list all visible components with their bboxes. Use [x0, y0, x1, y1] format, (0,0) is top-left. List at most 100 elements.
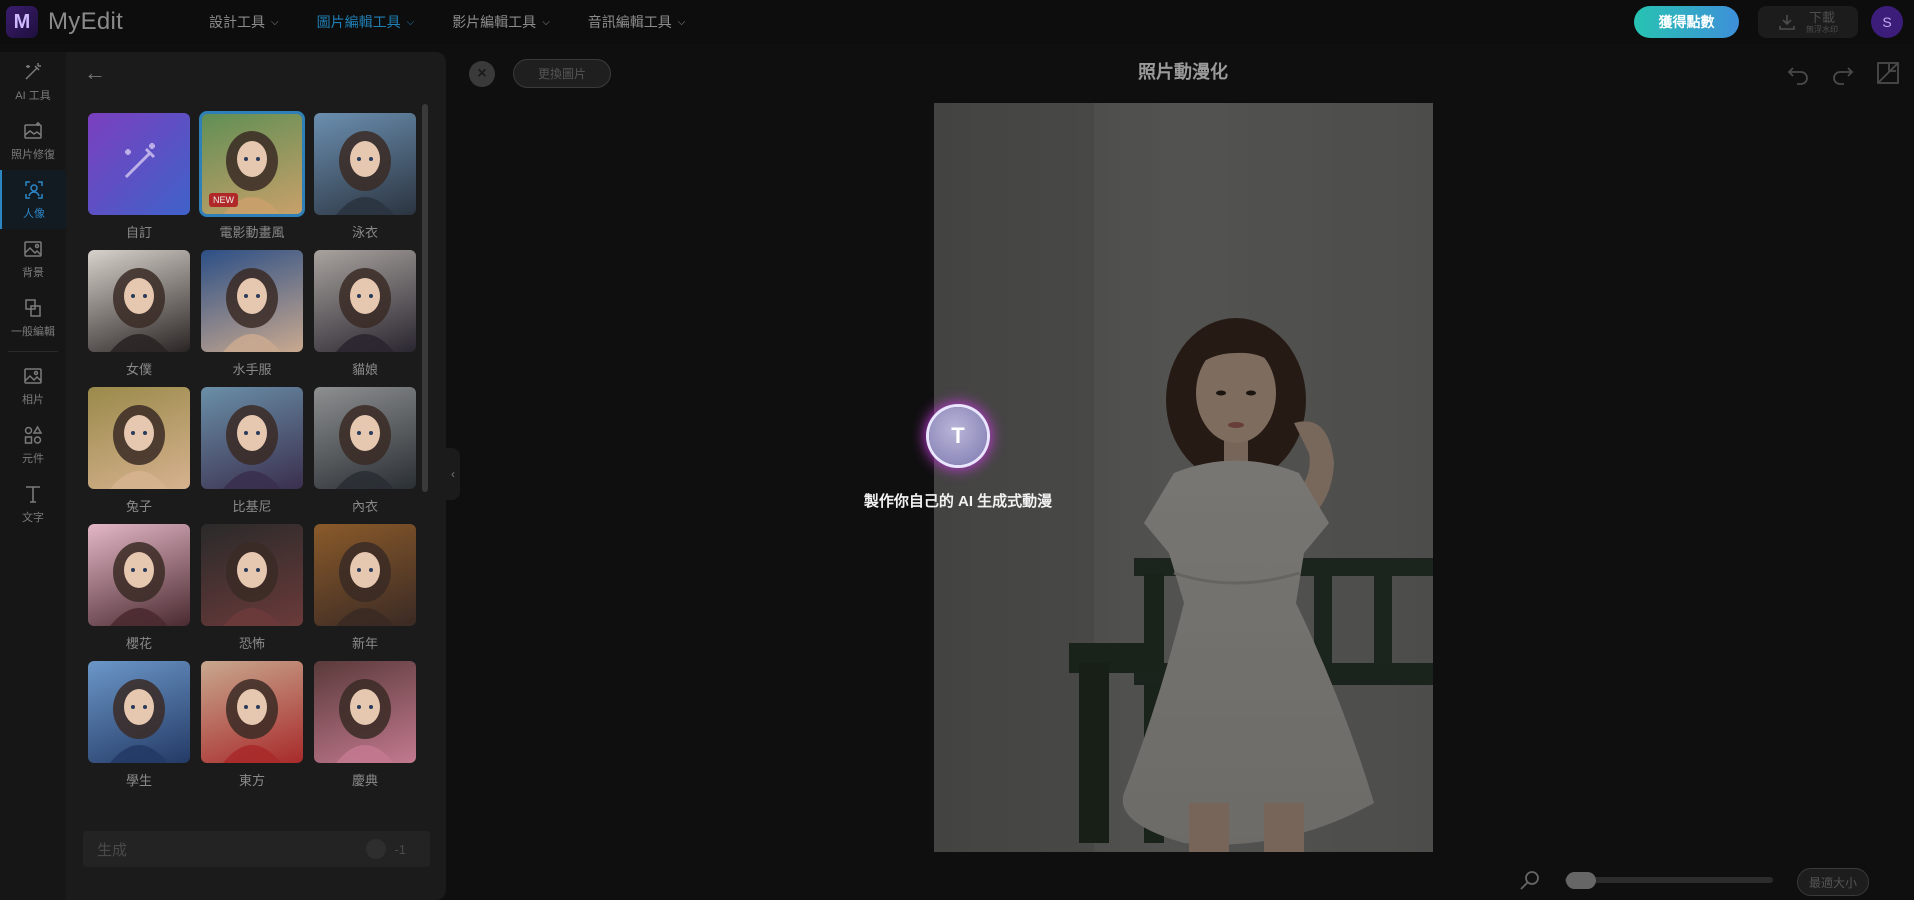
- anime-portrait-thumbnail: [336, 268, 394, 352]
- nav-label: 圖片編輯工具: [316, 14, 401, 30]
- nav-label: 影片編輯工具: [452, 14, 537, 30]
- nav-design-tools[interactable]: 設計工具 ⌵: [209, 12, 279, 32]
- anime-portrait-thumbnail: [336, 405, 394, 489]
- get-points-button[interactable]: 獲得點數: [1634, 6, 1739, 38]
- nav-image-tools[interactable]: 圖片編輯工具 ⌵: [317, 12, 415, 32]
- anime-portrait-thumbnail: [336, 679, 394, 763]
- rail-item-ai-tools[interactable]: AI 工具: [0, 52, 66, 111]
- nav-video-tools[interactable]: 影片編輯工具 ⌵: [452, 12, 550, 32]
- download-label: 下載: [1808, 9, 1835, 25]
- nav-audio-tools[interactable]: 音訊編輯工具 ⌵: [588, 12, 686, 32]
- style-card-12[interactable]: 新年: [314, 524, 416, 652]
- rail-item-elements[interactable]: 元件: [0, 415, 66, 474]
- style-thumbnail: [201, 250, 303, 352]
- style-thumbnail: [88, 524, 190, 626]
- compare-icon[interactable]: [1875, 60, 1901, 86]
- rail-label: 照片修復: [11, 148, 55, 161]
- rail-item-portrait[interactable]: 人像: [0, 170, 66, 229]
- magic-wand-icon: [25, 62, 41, 80]
- main-nav: 設計工具 ⌵ 圖片編輯工具 ⌵ 影片編輯工具 ⌵ 音訊編輯工具 ⌵: [209, 0, 723, 44]
- download-button[interactable]: 下載 無浮水印: [1758, 6, 1858, 38]
- rail-item-text[interactable]: 文字: [0, 474, 66, 533]
- style-card-11[interactable]: 恐怖: [201, 524, 303, 652]
- style-thumbnail: [201, 387, 303, 489]
- close-icon[interactable]: ×: [469, 61, 495, 87]
- anime-portrait-thumbnail: [110, 405, 168, 489]
- replace-image-button[interactable]: 更換圖片: [513, 59, 611, 88]
- rail-item-photos[interactable]: 相片: [0, 356, 66, 415]
- image-icon: [24, 367, 42, 384]
- style-label: 櫻花: [125, 636, 152, 651]
- style-label: 水手服: [232, 362, 272, 377]
- style-label: 兔子: [125, 499, 152, 514]
- style-thumbnail: [201, 661, 303, 763]
- style-card-1[interactable]: 自訂: [88, 113, 190, 241]
- anime-portrait-thumbnail: [223, 268, 281, 352]
- user-avatar[interactable]: S: [1871, 6, 1903, 38]
- style-card-7[interactable]: 兔子: [88, 387, 190, 515]
- zoom-icon[interactable]: [1518, 868, 1542, 892]
- rail-label: 相片: [22, 393, 44, 406]
- anime-portrait-thumbnail: [223, 405, 281, 489]
- anime-portrait-thumbnail: [336, 131, 394, 215]
- style-thumbnail: [201, 524, 303, 626]
- style-label: 內衣: [351, 499, 378, 514]
- logo-icon: M: [6, 6, 38, 38]
- crop-icon: [25, 298, 41, 317]
- style-label: 泳衣: [351, 225, 378, 240]
- chevron-down-icon: ⌵: [677, 16, 686, 28]
- style-label: 新年: [351, 636, 378, 651]
- style-card-4[interactable]: 女僕: [88, 250, 190, 378]
- processing-overlay: [934, 103, 1433, 852]
- chevron-down-icon: ⌵: [406, 16, 415, 28]
- style-card-3[interactable]: 泳衣: [314, 113, 416, 241]
- tool-rail: AI 工具 照片修復 人像 背景 一般編輯 相片 元件 文字: [0, 52, 66, 900]
- style-card-13[interactable]: 學生: [88, 661, 190, 789]
- generate-label: 生成: [97, 841, 128, 859]
- top-bar: M MyEdit 設計工具 ⌵ 圖片編輯工具 ⌵ 影片編輯工具 ⌵ 音訊編輯工具…: [0, 0, 1914, 44]
- cost-value: -1: [394, 841, 406, 857]
- redo-icon[interactable]: [1830, 60, 1856, 86]
- rail-item-background[interactable]: 背景: [0, 229, 66, 288]
- nav-label: 音訊編輯工具: [587, 14, 672, 30]
- rail-label: 人像: [23, 207, 45, 220]
- style-card-8[interactable]: 比基尼: [201, 387, 303, 515]
- style-card-10[interactable]: 櫻花: [88, 524, 190, 652]
- credit-coin-icon: [366, 839, 387, 859]
- anime-portrait-thumbnail: [223, 542, 281, 626]
- style-thumbnail: NEW: [199, 111, 305, 217]
- fit-size-button[interactable]: 最適大小: [1797, 868, 1869, 896]
- style-thumbnail: [314, 250, 416, 352]
- style-card-9[interactable]: 內衣: [314, 387, 416, 515]
- style-thumbnail: [314, 113, 416, 215]
- style-label: 貓娘: [351, 362, 378, 377]
- app-logo[interactable]: M MyEdit: [6, 6, 123, 38]
- style-card-15[interactable]: 慶典: [314, 661, 416, 789]
- zoom-slider[interactable]: [1565, 877, 1773, 883]
- rail-item-general-edit[interactable]: 一般編輯: [0, 288, 66, 347]
- panel-scrollbar[interactable]: [422, 104, 428, 492]
- rail-label: 元件: [22, 452, 44, 465]
- anime-portrait-thumbnail: [110, 679, 168, 763]
- style-thumbnail: [314, 661, 416, 763]
- back-arrow-icon[interactable]: ←: [84, 60, 106, 86]
- anime-portrait-thumbnail: [336, 542, 394, 626]
- collapse-panel-chevron-icon[interactable]: ‹: [446, 448, 460, 500]
- rail-divider: [8, 351, 58, 352]
- style-panel: ← 自訂 NEW 電影動畫風 泳衣女僕 水手服 貓娘兔子 比基尼 內衣櫻花 恐怖 新年學生 東方 慶典…: [66, 52, 446, 900]
- zoom-slider-handle[interactable]: [1566, 872, 1596, 889]
- rail-item-photo-repair[interactable]: 照片修復: [0, 111, 66, 170]
- generate-cost: -1: [366, 839, 406, 859]
- undo-icon[interactable]: [1785, 60, 1811, 86]
- style-card-14[interactable]: 東方: [201, 661, 303, 789]
- generate-button[interactable]: 生成 -1: [83, 831, 430, 867]
- style-card-6[interactable]: 貓娘: [314, 250, 416, 378]
- style-card-2[interactable]: NEW 電影動畫風: [199, 111, 305, 241]
- portrait-icon: [25, 180, 43, 199]
- loading-spinner-icon: T: [929, 407, 987, 465]
- style-label: 慶典: [351, 773, 378, 788]
- chevron-down-icon: ⌵: [542, 16, 550, 28]
- rail-label: 背景: [22, 266, 44, 279]
- style-thumbnail: [88, 113, 190, 215]
- style-card-5[interactable]: 水手服: [201, 250, 303, 378]
